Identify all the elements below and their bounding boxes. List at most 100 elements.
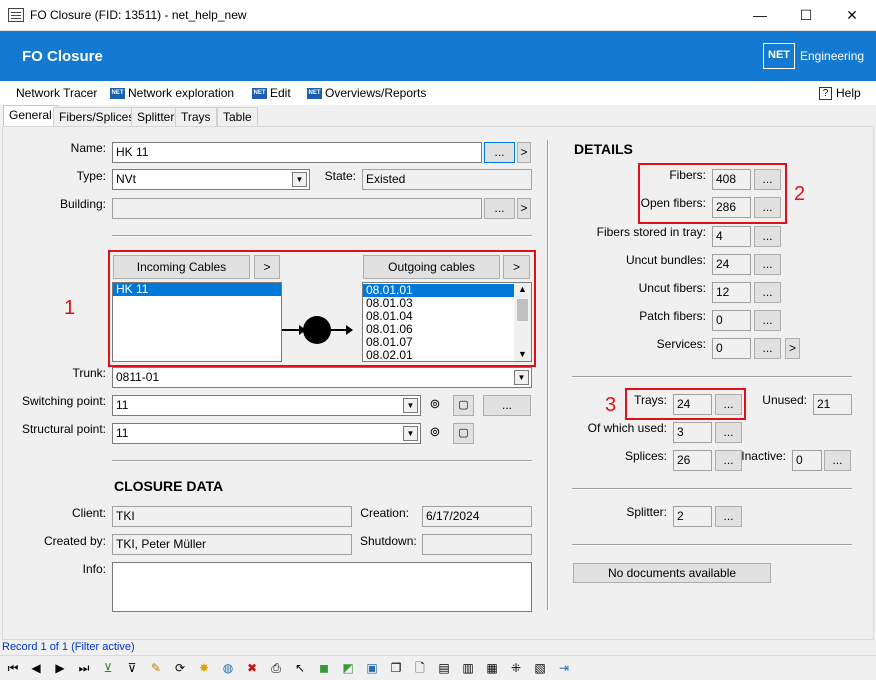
divider — [572, 376, 852, 378]
add-filter-icon[interactable]: ⊻ — [100, 660, 116, 676]
net-icon: NET — [307, 88, 322, 100]
splitter-label: Splitter: — [626, 505, 667, 519]
menu-network-exploration[interactable]: NET Network exploration — [110, 86, 234, 100]
open-fibers-browse-button[interactable]: ... — [754, 197, 781, 218]
tab-fibers-splices[interactable]: Fibers/Splices — [53, 107, 141, 126]
splitter-field: 2 — [673, 506, 712, 527]
menu-overviews-reports[interactable]: NET Overviews/Reports — [307, 86, 426, 100]
building-goto-button[interactable]: > — [517, 198, 531, 219]
menu-network-tracer[interactable]: Network Tracer — [16, 86, 97, 100]
delete-icon[interactable]: ✖ — [244, 660, 260, 676]
inactive-browse-button[interactable]: ... — [824, 450, 851, 471]
open-fibers-label: Open fibers: — [640, 196, 706, 210]
title-bar: FO Closure (FID: 13511) - net_help_new —… — [0, 0, 876, 31]
network-icon[interactable]: ⁜ — [508, 660, 524, 676]
trunk-select[interactable]: 0811-01 ▼ — [112, 367, 532, 388]
services-field: 0 — [712, 338, 751, 359]
patch-fibers-browse-button[interactable]: ... — [754, 310, 781, 331]
new-icon[interactable]: ✸ — [196, 660, 212, 676]
name-field[interactable]: HK 11 — [112, 142, 482, 163]
switching-point-browse-button[interactable]: ... — [483, 395, 531, 416]
info-textarea[interactable] — [112, 562, 532, 612]
structural-point-select[interactable]: 11 ▼ — [112, 423, 421, 444]
tab-table[interactable]: Table — [217, 107, 258, 126]
globe-icon[interactable]: ◍ — [220, 660, 236, 676]
uncut-fibers-browse-button[interactable]: ... — [754, 282, 781, 303]
tab-trays[interactable]: Trays — [175, 107, 217, 126]
first-record-icon[interactable]: ⏮ — [5, 660, 21, 676]
splitter-browse-button[interactable]: ... — [715, 506, 742, 527]
uncut-bundles-browse-button[interactable]: ... — [754, 254, 781, 275]
edit-icon[interactable]: ✎ — [148, 660, 164, 676]
switching-point-select[interactable]: 11 ▼ — [112, 395, 421, 416]
fibers-stored-browse-button[interactable]: ... — [754, 226, 781, 247]
previous-record-icon[interactable]: ◀ — [28, 660, 44, 676]
patch-fibers-field: 0 — [712, 310, 751, 331]
of-which-used-browse-button[interactable]: ... — [715, 422, 742, 443]
building-label: Building: — [59, 197, 106, 211]
menu-bar: Network Tracer NET Network exploration NE… — [0, 81, 876, 105]
cube-icon[interactable]: ▢ — [453, 423, 474, 444]
image-icon[interactable]: ▦ — [484, 660, 500, 676]
scroll-up-icon[interactable]: ▲ — [514, 283, 531, 295]
client-label: Client: — [71, 506, 106, 520]
outgoing-goto-button[interactable]: > — [503, 255, 530, 279]
last-record-icon[interactable]: ⏭ — [76, 660, 92, 676]
copy-icon[interactable]: ❐ — [388, 660, 404, 676]
documents-button[interactable]: No documents available — [573, 563, 771, 583]
name-browse-button[interactable]: ... — [484, 142, 515, 163]
incoming-cables-button[interactable]: Incoming Cables — [113, 255, 250, 279]
record-status: Record 1 of 1 (Filter active) — [2, 641, 135, 653]
shutdown-label: Shutdown: — [360, 534, 417, 548]
cube-icon[interactable]: ▢ — [453, 395, 474, 416]
bottom-toolbar: ⏮ ◀ ▶ ⏭ ⊻ ⊽ ✎ ⟳ ✸ ◍ ✖ ⎙ ↖ ◼ ◩ ▣ ❐ 🗋 ▤ ▥ … — [0, 655, 876, 680]
building-browse-button[interactable]: ... — [484, 198, 515, 219]
new-document-icon[interactable]: 🗋 — [412, 660, 428, 676]
binoculars-icon[interactable]: ⊚ — [425, 424, 445, 443]
chevron-down-icon: ▼ — [403, 398, 418, 413]
frame-icon[interactable]: ▣ — [364, 660, 380, 676]
cubes-icon[interactable]: ◩ — [340, 660, 356, 676]
table-icon[interactable]: ▧ — [532, 660, 548, 676]
outgoing-cables-button[interactable]: Outgoing cables — [363, 255, 500, 279]
scroll-down-icon[interactable]: ▼ — [514, 349, 531, 359]
minimize-button[interactable]: — — [737, 0, 783, 31]
report-icon[interactable]: ▥ — [460, 660, 476, 676]
filter-icon[interactable]: ⊽ — [124, 660, 140, 676]
cube-icon[interactable]: ◼ — [316, 660, 332, 676]
splices-browse-button[interactable]: ... — [715, 450, 742, 471]
services-browse-button[interactable]: ... — [754, 338, 781, 359]
tab-strip: General Fibers/Splices Splitter Trays Ta… — [0, 105, 876, 126]
type-select[interactable]: NVt ▼ — [112, 169, 310, 190]
list-item[interactable]: HK 11 — [113, 283, 281, 296]
print-icon[interactable]: ⎙ — [268, 660, 284, 676]
name-goto-button[interactable]: > — [517, 142, 531, 163]
next-record-icon[interactable]: ▶ — [52, 660, 68, 676]
outgoing-cables-list[interactable]: 08.01.01 08.01.03 08.01.04 08.01.06 08.0… — [362, 282, 532, 362]
exit-icon[interactable]: ⇥ — [556, 660, 572, 676]
trays-browse-button[interactable]: ... — [715, 394, 742, 415]
name-label: Name: — [70, 141, 106, 155]
menu-help[interactable]: ? Help — [819, 86, 861, 101]
trunk-label: Trunk: — [72, 366, 106, 380]
select-icon[interactable]: ↖ — [292, 660, 308, 676]
incoming-goto-button[interactable]: > — [254, 255, 280, 279]
tab-splitter[interactable]: Splitter — [131, 107, 181, 126]
fibers-browse-button[interactable]: ... — [754, 169, 781, 190]
splices-field: 26 — [673, 450, 712, 471]
binoculars-icon[interactable]: ⊚ — [425, 396, 445, 415]
maximize-button[interactable]: ☐ — [783, 0, 829, 31]
list-item[interactable]: 08.02.01 — [363, 349, 515, 362]
inactive-field: 0 — [792, 450, 822, 471]
fibers-stored-field: 4 — [712, 226, 751, 247]
tab-general[interactable]: General — [3, 105, 58, 126]
menu-edit[interactable]: NET Edit — [252, 86, 291, 100]
incoming-cables-list[interactable]: HK 11 — [112, 282, 282, 362]
close-button[interactable]: ✕ — [829, 0, 875, 31]
services-goto-button[interactable]: > — [785, 338, 800, 359]
refresh-icon[interactable]: ⟳ — [172, 660, 188, 676]
annotation-number-3: 3 — [605, 394, 617, 416]
scroll-thumb[interactable] — [517, 299, 528, 321]
document-icon[interactable]: ▤ — [436, 660, 452, 676]
list-scrollbar[interactable]: ▲ ▼ — [514, 283, 531, 361]
